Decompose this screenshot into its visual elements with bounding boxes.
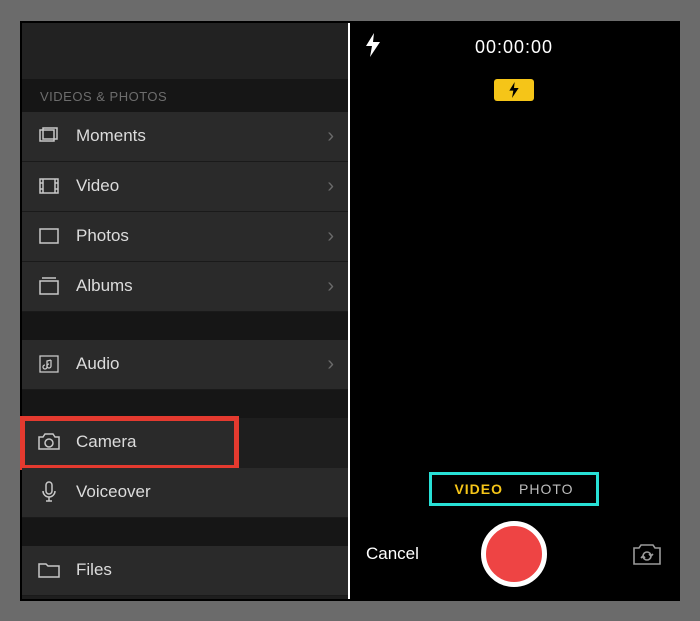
dual-pane-screenshot: VIDEOS & PHOTOS Moments › Video › Photos… (20, 21, 680, 601)
media-source-menu: VIDEOS & PHOTOS Moments › Video › Photos… (22, 23, 350, 599)
section-gap (22, 518, 348, 546)
camera-bottom-bar: Cancel (350, 509, 678, 599)
chevron-right-icon: › (327, 353, 334, 376)
video-icon (36, 178, 62, 194)
record-button[interactable] (481, 521, 547, 587)
audio-icon (36, 355, 62, 373)
menu-item-audio[interactable]: Audio › (22, 340, 348, 390)
mode-photo[interactable]: PHOTO (519, 481, 574, 497)
menu-item-label: Files (76, 560, 334, 580)
menu-item-albums[interactable]: Albums › (22, 262, 348, 312)
menu-item-files[interactable]: Files (22, 546, 348, 596)
menu-item-moments[interactable]: Moments › (22, 112, 348, 162)
menu-item-label: Audio (76, 354, 327, 374)
menu-item-photos[interactable]: Photos › (22, 212, 348, 262)
menu-item-video[interactable]: Video › (22, 162, 348, 212)
moments-icon (36, 127, 62, 145)
flash-on-badge (494, 79, 534, 101)
chevron-right-icon: › (327, 175, 334, 198)
mode-video[interactable]: VIDEO (454, 481, 503, 497)
section-gap (22, 312, 348, 340)
cancel-button[interactable]: Cancel (366, 544, 419, 564)
chevron-right-icon: › (327, 275, 334, 298)
menu-item-label: Albums (76, 276, 327, 296)
menu-item-camera[interactable]: Camera (22, 418, 237, 468)
camera-icon (36, 433, 62, 451)
section-header-videos-photos: VIDEOS & PHOTOS (22, 79, 348, 112)
camera-top-bar: 00:00:00 (350, 23, 678, 73)
menu-item-voiceover[interactable]: Voiceover (22, 468, 348, 518)
menu-item-label: Camera (76, 432, 223, 452)
menu-item-label: Photos (76, 226, 327, 246)
menu-header-blank (22, 23, 348, 79)
section-gap (22, 390, 348, 418)
chevron-right-icon: › (327, 225, 334, 248)
camera-viewfinder-panel: 00:00:00 VIDEO PHOTO Cancel (350, 23, 678, 599)
menu-item-label: Voiceover (76, 482, 334, 502)
microphone-icon (36, 481, 62, 503)
menu-item-label: Video (76, 176, 327, 196)
flash-toggle-icon[interactable] (366, 33, 380, 57)
menu-item-label: Moments (76, 126, 327, 146)
switch-camera-icon[interactable] (632, 542, 662, 566)
folder-icon (36, 562, 62, 578)
chevron-right-icon: › (327, 125, 334, 148)
albums-icon (36, 277, 62, 295)
camera-preview-area[interactable] (350, 101, 678, 477)
camera-mode-selector[interactable]: VIDEO PHOTO (434, 477, 594, 501)
photos-icon (36, 228, 62, 244)
recording-timer: 00:00:00 (475, 37, 553, 58)
